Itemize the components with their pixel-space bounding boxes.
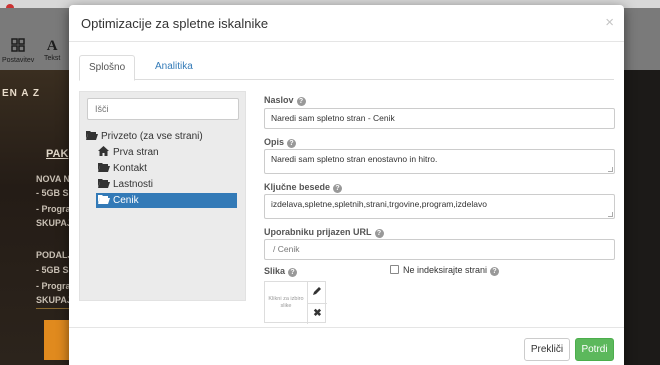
folder-open-icon [98,178,110,193]
confirm-button[interactable]: Potrdi [575,338,614,361]
tab-general[interactable]: Splošno [79,55,136,81]
resize-handle-icon[interactable] [608,212,613,217]
keywords-label: Ključne besede? [264,182,343,193]
noindex-option[interactable]: Ne indeksirajte strani? [390,265,500,276]
canvas-text-line: SKUPAJ [36,218,72,228]
pencil-icon[interactable] [307,282,327,303]
description-label: Opis? [264,137,297,148]
seo-modal: Optimizacije za spletne iskalnike × Splo… [69,5,624,365]
title-label: Naslov? [264,95,306,106]
url-input[interactable]: / Cenik [264,239,615,260]
tree-item-label: Privzeto (za vse strani) [101,131,203,142]
modal-title: Optimizacije za spletne iskalnike [81,16,269,31]
help-icon[interactable]: ? [490,267,500,276]
folder-open-icon [98,162,110,177]
close-icon[interactable]: × [605,15,614,30]
folder-open-icon [98,194,110,209]
canvas-text-pak: PAK [46,148,69,160]
text-A-icon: A [46,38,58,54]
page-tree-panel: Privzeto (za vse strani) Prva stran Kont… [79,91,246,301]
tree-item-default[interactable]: Privzeto (za vse strani) [86,129,203,144]
modal-footer: Prekliči Potrdi [69,327,624,365]
canvas-heading-fragment: EN A Z [2,88,41,99]
image-picker: Klikni za izbiro slike ✖ [264,281,327,324]
noindex-checkbox[interactable] [390,265,399,274]
layout-grid-icon [2,38,34,56]
help-icon[interactable]: ? [374,229,384,238]
tree-item-contact[interactable]: Kontakt [98,161,147,176]
canvas-text-line: SKUPAJ [36,295,72,305]
tree-item-label: Lastnosti [113,179,154,190]
canvas-divider [36,308,72,309]
folder-open-icon [86,130,98,145]
tree-search-input[interactable] [87,98,239,120]
canvas-right-strip [624,70,660,365]
canvas-orange-button[interactable] [44,320,72,360]
image-placeholder[interactable]: Klikni za izbiro slike [265,282,307,324]
noindex-label: Ne indeksirajte strani [403,265,488,275]
cancel-button[interactable]: Prekliči [524,338,570,361]
url-label: Uporabniku prijazen URL? [264,227,384,238]
help-icon[interactable]: ? [333,184,343,193]
url-prefix: / [273,244,276,254]
tree-item-label: Prva stran [113,147,159,158]
help-icon[interactable]: ? [296,97,306,106]
image-label: Slika? [264,266,298,277]
toolbar-text-button[interactable]: A Tekst [44,38,60,63]
canvas-text-line: - Progra [36,281,71,291]
modal-header: Optimizacije za spletne iskalnike × [69,5,624,42]
toolbar-layout-label: Postavitev [2,57,35,64]
canvas-text-line: NOVA N [36,174,71,184]
canvas-text-line: - Progra [36,204,71,214]
tree-item-home[interactable]: Prva stran [98,145,159,160]
tab-analytics[interactable]: Analitika [146,55,202,80]
help-icon[interactable]: ? [287,139,297,148]
help-icon[interactable]: ? [288,268,298,277]
tree-item-pricing[interactable]: Cenik [96,193,237,208]
keywords-value: izdelava,spletne,spletnih,strani,trgovin… [271,199,487,209]
toolbar-layout-button[interactable]: Postavitev [2,38,34,65]
canvas-text-line: PODALJ [36,250,73,260]
description-value: Naredi sam spletno stran enostavno in hi… [271,154,438,164]
description-textarea[interactable]: Naredi sam spletno stran enostavno in hi… [264,149,615,174]
home-icon [98,146,110,161]
title-input[interactable]: Naredi sam spletno stran - Cenik [264,108,615,129]
resize-handle-icon[interactable] [608,167,613,172]
keywords-textarea[interactable]: izdelava,spletne,spletnih,strani,trgovin… [264,194,615,219]
toolbar-text-label: Tekst [44,55,61,62]
tree-item-properties[interactable]: Lastnosti [98,177,153,192]
times-icon[interactable]: ✖ [307,303,327,324]
tree-item-label: Cenik [113,195,139,206]
tab-bar: Splošno Analitika [79,55,614,81]
url-placeholder: Cenik [277,244,300,254]
tree-item-label: Kontakt [113,163,147,174]
